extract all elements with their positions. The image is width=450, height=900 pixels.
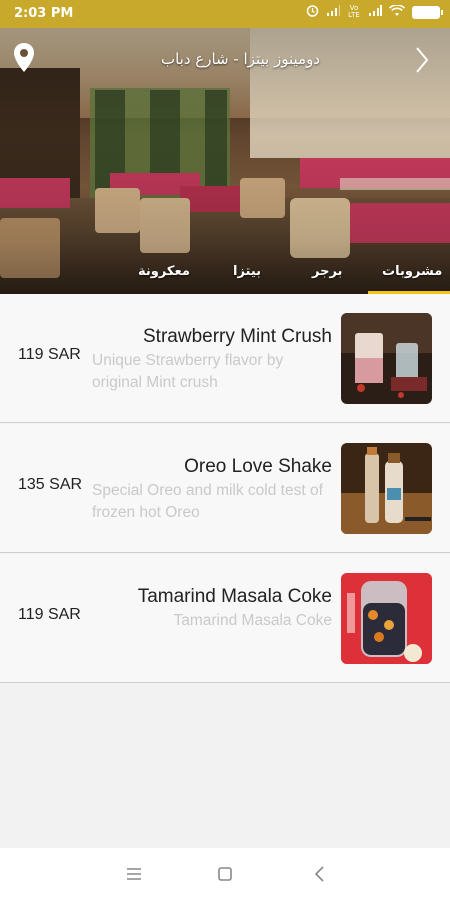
menu-item[interactable]: 119 SAR Tamarind Masala Coke Tamarind Ma… [0,554,450,683]
home-square-icon[interactable] [215,864,235,884]
menu-item[interactable]: 119 SAR Strawberry Mint Crush Unique Str… [0,294,450,423]
location-pin-icon[interactable] [12,42,36,74]
item-name: Strawberry Mint Crush [143,326,332,347]
signal-icon [368,4,382,20]
item-image [341,573,432,664]
alarm-icon [306,4,319,20]
tab-burger[interactable]: برجر [312,264,342,279]
item-name: Tamarind Masala Coke [137,586,332,607]
system-nav-bar [0,848,450,900]
tab-drinks[interactable]: مشروبات [382,264,442,279]
item-price: 119 SAR [18,606,81,623]
tab-pasta[interactable]: معكرونة [138,264,190,279]
item-price: 119 SAR [18,346,81,363]
menu-item[interactable]: 135 SAR Oreo Love Shake Special Oreo and… [0,424,450,553]
item-name: Oreo Love Shake [184,456,332,477]
status-bar: 2:03 PM Vo LTE [0,0,450,28]
tab-pizza[interactable]: بيتزا [233,264,261,279]
chevron-right-icon[interactable] [414,46,430,74]
restaurant-title: دومينوز بيتزا - شارع دباب [160,50,320,68]
wifi-icon [389,3,405,20]
item-description: Special Oreo and milk cold test of froze… [92,482,323,521]
menu-list: 119 SAR Strawberry Mint Crush Unique Str… [0,294,450,683]
volte-icon: Vo LTE [348,4,360,19]
item-description: Tamarind Masala Coke [173,612,332,629]
battery-icon [412,5,443,19]
back-icon[interactable] [310,864,330,884]
status-time: 2:03 PM [14,6,74,21]
item-price: 135 SAR [18,476,83,493]
item-description: Unique Strawberry flavor by original Min… [92,352,284,391]
signal-icon [326,4,340,20]
restaurant-header: دومينوز بيتزا - شارع دباب مشروبات برجر ب… [0,28,450,294]
item-image [341,443,432,534]
item-image [341,313,432,404]
status-icons: Vo LTE [306,3,443,20]
menu-icon[interactable] [124,864,144,884]
category-tabs: مشروبات برجر بيتزا معكرونة [0,256,450,294]
